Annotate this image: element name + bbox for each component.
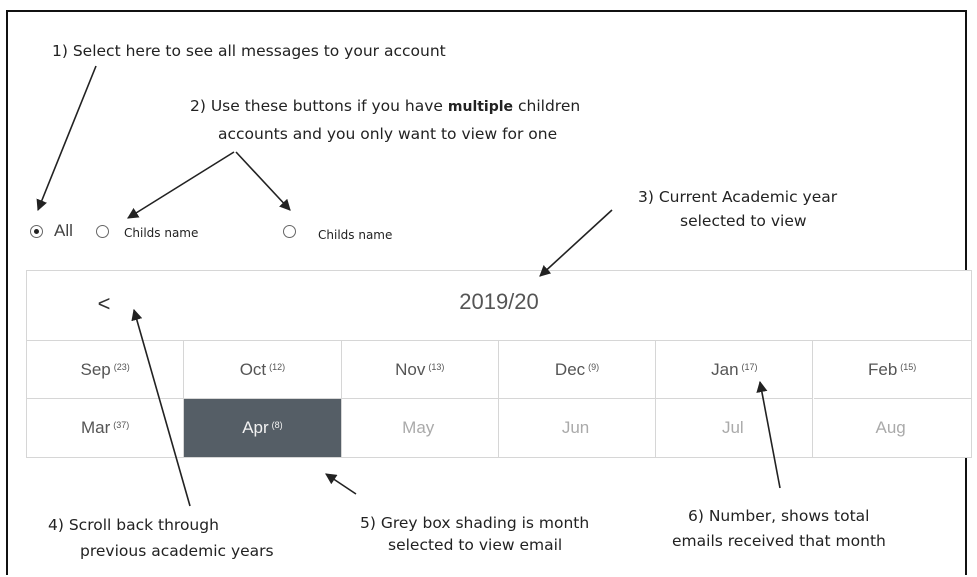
academic-year-title: 2019/20: [459, 289, 539, 314]
note-academic-year: 3) Current Academic year: [638, 188, 838, 206]
month-name: Nov: [395, 359, 426, 379]
note-children-buttons-line2: accounts and you only want to view for o…: [218, 125, 558, 143]
month-name: Feb: [867, 359, 898, 379]
note-grey-box-line2: selected to view email: [388, 536, 563, 554]
month-name: Apr: [242, 418, 269, 437]
month-cell-aug[interactable]: Aug: [814, 399, 971, 457]
note-children-buttons: 2) Use these buttons if you have multipl…: [190, 95, 580, 118]
month-cell-jul[interactable]: Jul: [656, 399, 814, 457]
note2-bold: multiple: [447, 99, 514, 115]
month-name: Jan: [711, 359, 739, 379]
note-scroll-back-line2: previous academic years: [80, 542, 274, 560]
month-calendar: < 2019/20 Sep (23) Oct (12) Nov (13) Dec (9)…: [26, 270, 972, 458]
note-academic-year-line2: selected to view: [680, 212, 807, 230]
month-cell-may[interactable]: May: [342, 399, 499, 457]
month-cell-mar[interactable]: Mar (37): [27, 399, 185, 457]
month-cell-jun[interactable]: Jun: [499, 399, 657, 457]
month-cell-sep[interactable]: Sep (23): [27, 341, 185, 399]
month-count: (13): [428, 361, 445, 372]
radio-child-1[interactable]: [96, 225, 109, 238]
radio-child-1-label[interactable]: Childs name: [124, 226, 198, 240]
month-name: Jul: [721, 418, 744, 437]
month-cell-oct[interactable]: Oct (12): [184, 341, 342, 399]
note-select-all: 1) Select here to see all messages to yo…: [52, 42, 446, 60]
note-number-line2: emails received that month: [672, 532, 886, 550]
note-scroll-back: 4) Scroll back through: [48, 516, 219, 534]
month-cell-dec[interactable]: Dec (9): [498, 341, 657, 399]
note-grey-box: 5) Grey box shading is month: [360, 514, 590, 532]
calendar-header: < 2019/20: [27, 271, 971, 341]
month-name: Sep: [80, 359, 111, 379]
note-number: 6) Number, shows total: [688, 507, 870, 525]
month-cell-apr[interactable]: Apr (8): [184, 399, 342, 457]
month-count: (9): [588, 361, 600, 372]
note2-text-b: children: [513, 97, 581, 115]
month-count: (15): [900, 361, 917, 372]
radio-child-2[interactable]: [283, 225, 296, 238]
month-grid: Sep (23) Oct (12) Nov (13) Dec (9) Jan (17) F…: [27, 341, 971, 457]
month-name: Dec: [554, 359, 586, 379]
month-name: Mar: [81, 418, 111, 437]
month-name: Oct: [239, 359, 267, 379]
radio-child-2-label[interactable]: Childs name: [318, 228, 392, 242]
month-name: Jun: [561, 418, 590, 437]
month-count: (23): [113, 361, 130, 372]
month-count: (12): [269, 361, 286, 372]
month-cell-nov[interactable]: Nov (13): [341, 341, 499, 399]
radio-all-label[interactable]: All: [54, 221, 73, 241]
radio-all[interactable]: [30, 225, 43, 238]
month-count: (17): [741, 361, 758, 372]
month-name: Aug: [875, 418, 906, 437]
month-count: (37): [113, 420, 130, 430]
note2-text-a: 2) Use these buttons if you have: [190, 97, 448, 115]
month-cell-jan[interactable]: Jan (17): [656, 341, 814, 399]
month-cell-feb[interactable]: Feb (15): [813, 341, 971, 399]
month-name: May: [402, 418, 435, 437]
month-count: (8): [271, 420, 283, 430]
